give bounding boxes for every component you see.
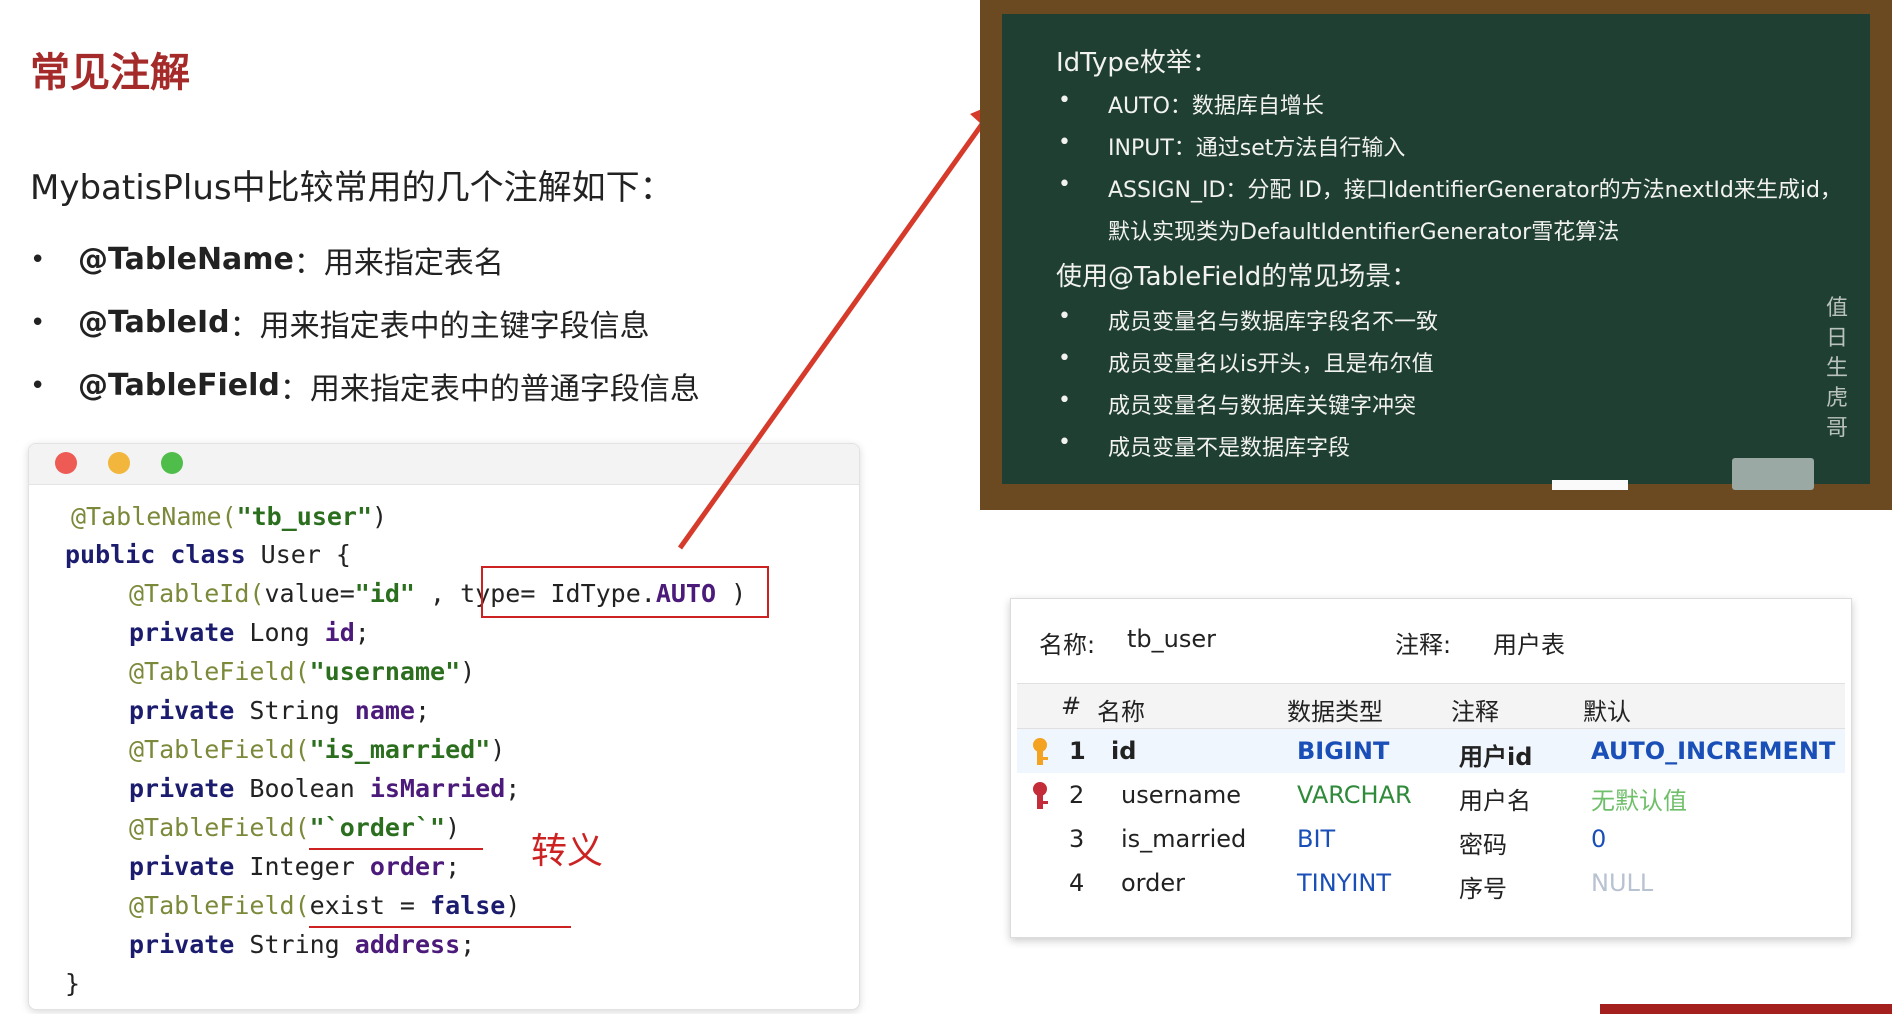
table-name-label: 名称:	[1039, 631, 1096, 659]
bullet-dot: •	[1058, 88, 1071, 113]
bullet-dot: •	[1058, 388, 1071, 413]
table-comment-label: 注释:	[1395, 631, 1452, 659]
table-row[interactable]: 4 order TINYINT 序号 NULL	[1017, 861, 1845, 905]
table-header: # 名称 数据类型 注释 默认	[1017, 683, 1845, 729]
board-item: AUTO：数据库自增长	[1108, 94, 1324, 119]
bullet-dot: •	[1058, 130, 1071, 155]
field-name: is_married	[1121, 825, 1247, 853]
table-design-panel: 名称: tb_user 注释: 用户表 # 名称 数据类型 注释 默认 1 id…	[1010, 598, 1852, 938]
unique-key-icon	[1033, 782, 1048, 809]
table-row[interactable]: 1 id BIGINT 用户id AUTO_INCREMENT	[1017, 729, 1845, 773]
arrow-shaft	[677, 118, 988, 550]
board-heading: IdType枚举：	[1056, 48, 1218, 78]
signature-char: 日	[1825, 326, 1848, 351]
eraser	[1732, 458, 1814, 490]
board-item: INPUT：通过set方法自行输入	[1108, 136, 1406, 161]
field-name: username	[1121, 781, 1241, 809]
row-number: 4	[1069, 869, 1085, 897]
row-number: 3	[1069, 825, 1085, 853]
bullet-dot: •	[1058, 430, 1071, 455]
board-item: 成员变量不是数据库字段	[1108, 436, 1351, 461]
primary-key-icon	[1033, 738, 1048, 765]
field-name: id	[1111, 737, 1137, 765]
board-item: 默认实现类为DefaultIdentifierGenerator雪花算法	[1108, 220, 1620, 245]
board-item: ASSIGN_ID：分配 ID，接口IdentifierGenerator的方法…	[1108, 178, 1842, 203]
table-name-value: tb_user	[1127, 625, 1216, 653]
field-type: VARCHAR	[1297, 781, 1412, 809]
column-header[interactable]: 注释	[1451, 692, 1499, 727]
row-number: 2	[1069, 781, 1085, 809]
field-comment: 用户id	[1459, 743, 1533, 771]
chalkboard: IdType枚举： • AUTO：数据库自增长 • INPUT：通过set方法自…	[1002, 14, 1870, 490]
bullet-dot: •	[1058, 346, 1071, 371]
column-header[interactable]: #	[1061, 692, 1081, 720]
field-default: 0	[1591, 825, 1607, 853]
field-type: BIGINT	[1297, 737, 1390, 765]
table-comment-value: 用户表	[1493, 631, 1565, 659]
chalk-stick	[1552, 480, 1628, 490]
signature-char: 生	[1825, 356, 1848, 381]
column-header[interactable]: 默认	[1583, 692, 1631, 727]
field-default: 无默认值	[1591, 787, 1687, 815]
board-item: 成员变量名以is开头，且是布尔值	[1108, 352, 1434, 377]
field-comment: 用户名	[1459, 787, 1531, 815]
field-type: TINYINT	[1297, 869, 1392, 897]
field-default: AUTO_INCREMENT	[1591, 737, 1836, 765]
table-row[interactable]: 3 is_married BIT 密码 0	[1017, 817, 1845, 861]
bullet-dot: •	[1058, 172, 1071, 197]
row-number: 1	[1069, 737, 1086, 765]
signature-char: 虎	[1825, 386, 1848, 411]
field-comment: 密码	[1459, 831, 1507, 859]
board-item: 成员变量名与数据库字段名不一致	[1108, 310, 1439, 335]
field-name: order	[1121, 869, 1185, 897]
column-header[interactable]: 名称	[1097, 692, 1145, 727]
table-row[interactable]: 2 username VARCHAR 用户名 无默认值	[1017, 773, 1845, 817]
chalk-signature: 值 日 生 虎 哥	[1822, 294, 1852, 444]
bullet-dot: •	[1058, 304, 1071, 329]
field-comment: 序号	[1459, 875, 1507, 903]
signature-char: 哥	[1825, 416, 1848, 441]
board-item: 成员变量名与数据库关键字冲突	[1108, 394, 1417, 419]
signature-char: 值	[1825, 296, 1848, 321]
column-header[interactable]: 数据类型	[1287, 692, 1383, 727]
chalkboard-frame: IdType枚举： • AUTO：数据库自增长 • INPUT：通过set方法自…	[980, 0, 1892, 510]
field-type: BIT	[1297, 825, 1336, 853]
field-default: NULL	[1591, 869, 1654, 897]
corner-decoration	[1600, 1004, 1892, 1014]
board-heading: 使用@TableField的常见场景：	[1056, 262, 1418, 292]
